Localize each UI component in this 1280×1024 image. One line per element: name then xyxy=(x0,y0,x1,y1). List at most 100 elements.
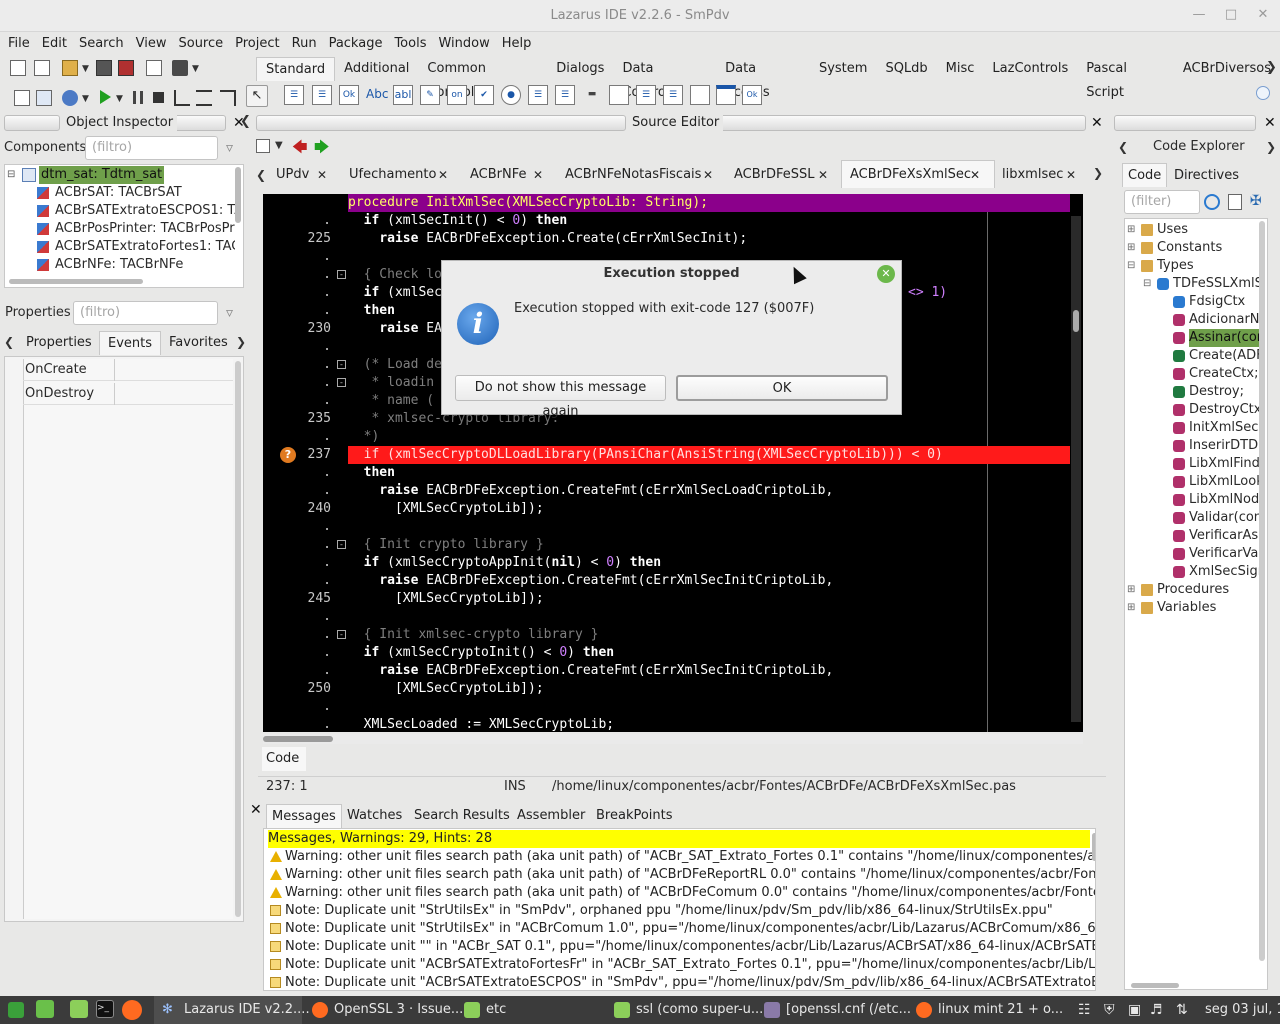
code-explorer-item[interactable]: Assinar(cor xyxy=(1189,329,1259,347)
updates-tray-icon[interactable]: ▣ xyxy=(1128,996,1141,1024)
open-dropdown-icon[interactable]: ▼ xyxy=(82,64,89,74)
palette-tab-additional[interactable]: Additional xyxy=(335,57,418,81)
tab-updv[interactable]: UPdv xyxy=(276,163,309,187)
components-filter-clear-icon[interactable]: ▿ xyxy=(226,140,233,156)
code-explorer-item[interactable]: Variables xyxy=(1157,599,1259,617)
code-explorer-item[interactable]: Destroy; xyxy=(1189,383,1259,401)
tbutton-icon[interactable]: Ok xyxy=(339,85,359,105)
build-gear-icon[interactable] xyxy=(62,90,78,106)
menu-run[interactable]: Run xyxy=(286,36,323,51)
code-explorer-item[interactable]: Validar(con xyxy=(1189,509,1259,527)
ttogglebox-icon[interactable]: on xyxy=(447,85,467,105)
expand-icon[interactable]: ⊟ xyxy=(1127,257,1135,275)
editor-vscrollbar[interactable] xyxy=(1071,216,1081,722)
palette-tab-data-controls[interactable]: Data Controls xyxy=(613,57,716,100)
task-lazarus[interactable]: Lazarus IDE v2.2.... xyxy=(184,996,310,1024)
editor-menu-dropdown-icon[interactable]: ▼ xyxy=(275,140,283,151)
tree-item-posprinter[interactable]: ACBrPosPrinter: TACBrPosPri xyxy=(55,220,235,238)
menu-source[interactable]: Source xyxy=(172,36,229,51)
do-not-show-button[interactable]: Do not show this message again xyxy=(455,375,666,419)
code-explorer-filter[interactable]: (filter) xyxy=(1124,190,1200,214)
menu-view[interactable]: View xyxy=(130,36,173,51)
menu-search[interactable]: Search xyxy=(73,36,130,51)
event-row[interactable]: OnCreate xyxy=(23,359,233,381)
palette-tab-dialogs[interactable]: Dialogs xyxy=(547,57,613,81)
ce-vscrollbar[interactable] xyxy=(1259,221,1265,961)
new-project-icon[interactable] xyxy=(14,90,30,106)
message-row[interactable]: Note: Duplicate unit "" in "ACBr_SAT 0.1… xyxy=(285,938,1095,956)
volume-tray-icon[interactable]: ♬ xyxy=(1150,996,1163,1024)
tcombobox-icon[interactable]: ☰ xyxy=(555,85,575,105)
editor-hscrollbar[interactable] xyxy=(263,734,1083,744)
build-dropdown-icon[interactable]: ▼ xyxy=(82,94,89,104)
code-explorer-item[interactable]: LibXmlFind xyxy=(1189,455,1259,473)
task-ssl[interactable]: ssl (como super-u... xyxy=(636,996,763,1024)
code-explorer-item[interactable]: InserirDTD( xyxy=(1189,437,1259,455)
pause-icon[interactable] xyxy=(133,91,143,104)
palette-tab-lazcontrols[interactable]: LazControls xyxy=(983,57,1077,81)
palette-scroll-right-icon[interactable]: ❯ xyxy=(1266,60,1277,75)
msg-tab-assembler[interactable]: Assembler xyxy=(517,804,585,828)
code-explorer-item[interactable]: XmlSecSign xyxy=(1189,563,1259,581)
menu-package[interactable]: Package xyxy=(323,36,389,51)
new-form-icon[interactable] xyxy=(34,60,50,76)
tree-item-acbrnfe[interactable]: ACBrNFe: TACBrNFe xyxy=(55,256,183,274)
code-explorer-item[interactable]: InitXmlSec; xyxy=(1189,419,1259,437)
tab-ufechamento[interactable]: Ufechamento xyxy=(349,163,436,187)
oi-tab-favorites[interactable]: Favorites xyxy=(163,331,234,355)
run-dropdown-icon[interactable]: ▼ xyxy=(116,94,123,104)
close-messages-icon[interactable]: ✕ xyxy=(250,803,262,817)
msg-tab-watches[interactable]: Watches xyxy=(347,804,402,828)
code-explorer-item[interactable]: TDFeSSLXmlS xyxy=(1173,275,1259,293)
tmemo-icon[interactable]: ✎ xyxy=(420,85,440,105)
ok-button[interactable]: OK xyxy=(676,375,888,401)
step-out-icon[interactable] xyxy=(220,90,236,106)
close-tab-icon[interactable]: ✕ xyxy=(438,168,448,182)
code-explorer-item[interactable]: LibXmlLook xyxy=(1189,473,1259,491)
step-over-icon[interactable] xyxy=(196,90,212,106)
menu-tools[interactable]: Tools xyxy=(388,36,432,51)
minimize-icon[interactable]: — xyxy=(1192,8,1206,22)
editor-menu-icon[interactable] xyxy=(256,139,270,153)
tab-acbrdfessl[interactable]: ACBrDFeSSL xyxy=(734,163,815,187)
network-tray-icon[interactable]: ⇅ xyxy=(1176,996,1188,1024)
expand-icon[interactable]: ⊞ xyxy=(1127,581,1135,599)
stop-icon[interactable] xyxy=(153,92,164,103)
message-row[interactable]: Warning: other unit files search path (a… xyxy=(285,848,1095,866)
firefox-icon[interactable] xyxy=(122,1000,142,1020)
save-all-icon[interactable] xyxy=(118,60,134,76)
task-etc[interactable]: etc xyxy=(486,996,506,1024)
properties-filter-input[interactable]: (filtro) xyxy=(73,301,218,325)
ce-scroll-left-icon[interactable]: ❮ xyxy=(1118,140,1128,154)
editor-vscroll-thumb[interactable] xyxy=(1073,310,1079,332)
tab-code[interactable]: Code xyxy=(262,747,306,771)
menu-window[interactable]: Window xyxy=(432,36,495,51)
view-units-icon[interactable] xyxy=(172,60,188,76)
palette-tab-standard[interactable]: Standard xyxy=(256,57,336,81)
palette-tab-common-controls[interactable]: Common Controls xyxy=(418,57,547,100)
view-dropdown-icon[interactable]: ▼ xyxy=(192,64,199,74)
tab-scroll-left-icon[interactable]: ❮ xyxy=(256,168,266,182)
close-tab-icon[interactable]: ✕ xyxy=(533,168,543,182)
events-vscrollbar[interactable] xyxy=(235,361,241,917)
code-explorer-item[interactable]: CreateCtx; xyxy=(1189,365,1259,383)
expand-icon[interactable]: ⊞ xyxy=(1127,239,1135,257)
code-explorer-item[interactable]: FdsigCtx xyxy=(1189,293,1259,311)
refresh-icon[interactable] xyxy=(1204,194,1220,210)
clock[interactable]: seg 03 jul, 11:28 xyxy=(1205,996,1280,1024)
tree-hscrollbar[interactable] xyxy=(9,279,143,284)
close-tab-icon[interactable]: ✕ xyxy=(1066,168,1076,182)
code-explorer-item[interactable]: AdicionarN xyxy=(1189,311,1259,329)
tedit-icon[interactable]: abl xyxy=(393,85,413,105)
palette-tab-misc[interactable]: Misc xyxy=(937,57,984,81)
tframe-icon[interactable] xyxy=(716,85,736,105)
ce-tab-directives[interactable]: Directives xyxy=(1174,164,1239,188)
project-options-icon[interactable] xyxy=(36,90,52,106)
tab-scroll-right-icon[interactable]: ❯ xyxy=(1093,166,1103,180)
event-row[interactable]: OnDestroy xyxy=(23,383,233,405)
tmainmenu-icon[interactable]: ☰ xyxy=(284,85,304,105)
close-object-inspector-icon[interactable]: ✕ xyxy=(233,116,245,130)
run-icon[interactable] xyxy=(100,90,111,104)
msg-tab-breakpoints[interactable]: BreakPoints xyxy=(596,804,673,828)
messages-vscrollbar[interactable] xyxy=(1092,833,1095,861)
